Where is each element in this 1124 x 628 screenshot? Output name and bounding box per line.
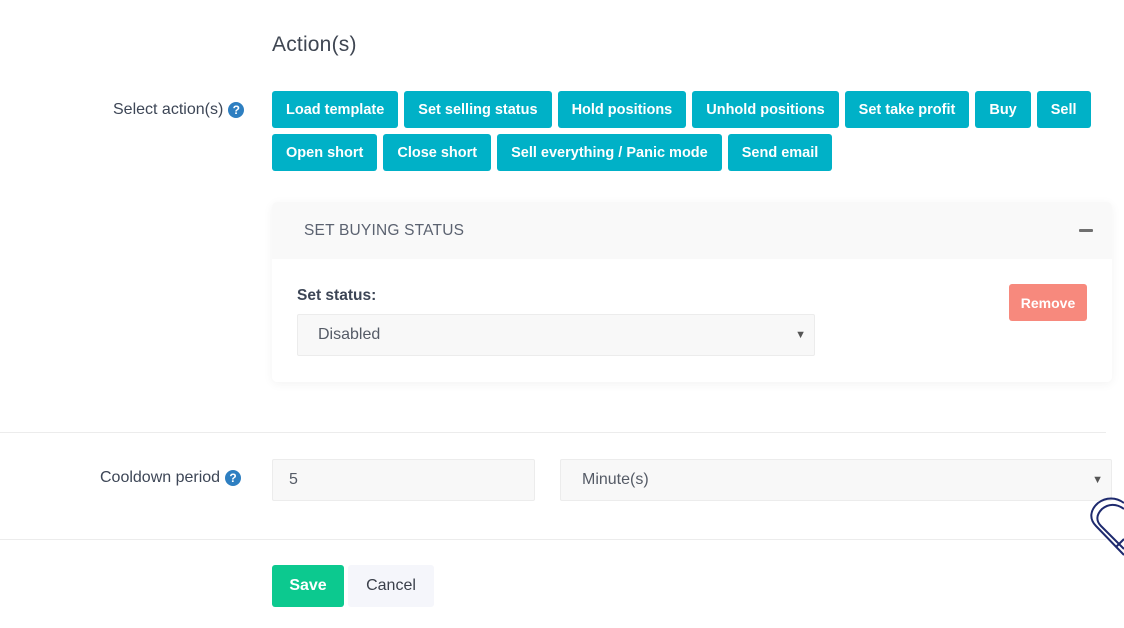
action-buttons-row-2: Open short Close short Sell everything /… xyxy=(272,134,1062,171)
cooldown-period-input[interactable]: 5 xyxy=(272,459,535,501)
action-buttons-row-1: Load template Set selling status Hold po… xyxy=(272,91,1091,128)
buy-button[interactable]: Buy xyxy=(975,91,1031,128)
close-short-button[interactable]: Close short xyxy=(383,134,492,171)
cooldown-period-value: 5 xyxy=(289,471,298,488)
sell-everything-panic-mode-button[interactable]: Sell everything / Panic mode xyxy=(497,134,722,171)
action-buttons: Load template Set selling status Hold po… xyxy=(272,91,1091,177)
remove-button[interactable]: Remove xyxy=(1009,284,1087,321)
section-title: Action(s) xyxy=(272,33,357,56)
cooldown-label: Cooldown period ? xyxy=(100,469,242,487)
set-status-label: Set status: xyxy=(297,287,377,304)
panel-body: Set status: Disabled ▼ Remove xyxy=(272,259,1112,356)
select-actions-label-text: Select action(s) xyxy=(113,101,224,118)
cursor-icon xyxy=(1090,497,1124,556)
hold-positions-button[interactable]: Hold positions xyxy=(557,91,687,128)
load-template-button[interactable]: Load template xyxy=(272,91,399,128)
divider xyxy=(0,539,1106,540)
send-email-button[interactable]: Send email xyxy=(727,134,833,171)
status-select[interactable]: Disabled ▼ xyxy=(297,314,815,356)
sell-button[interactable]: Sell xyxy=(1036,91,1091,128)
cooldown-unit-select[interactable]: Minute(s) ▼ xyxy=(560,459,1112,501)
set-take-profit-button[interactable]: Set take profit xyxy=(844,91,970,128)
caret-down-icon: ▼ xyxy=(795,329,806,341)
minus-icon[interactable] xyxy=(1078,223,1094,239)
set-buying-status-panel: SET BUYING STATUS Set status: Disabled ▼… xyxy=(272,202,1112,382)
cooldown-unit-value: Minute(s) xyxy=(582,471,649,488)
set-selling-status-button[interactable]: Set selling status xyxy=(404,91,552,128)
select-actions-label: Select action(s) ? xyxy=(113,101,245,119)
panel-header[interactable]: SET BUYING STATUS xyxy=(272,202,1112,259)
divider xyxy=(0,432,1106,433)
question-circle-icon[interactable]: ? xyxy=(225,470,242,486)
panel-title: SET BUYING STATUS xyxy=(304,221,465,239)
unhold-positions-button[interactable]: Unhold positions xyxy=(692,91,839,128)
open-short-button[interactable]: Open short xyxy=(272,134,378,171)
cancel-button[interactable]: Cancel xyxy=(348,565,434,607)
save-button[interactable]: Save xyxy=(272,565,344,607)
status-select-value: Disabled xyxy=(318,326,381,343)
caret-down-icon: ▼ xyxy=(1092,474,1103,486)
cooldown-label-text: Cooldown period xyxy=(100,469,221,486)
question-circle-icon[interactable]: ? xyxy=(228,102,245,118)
